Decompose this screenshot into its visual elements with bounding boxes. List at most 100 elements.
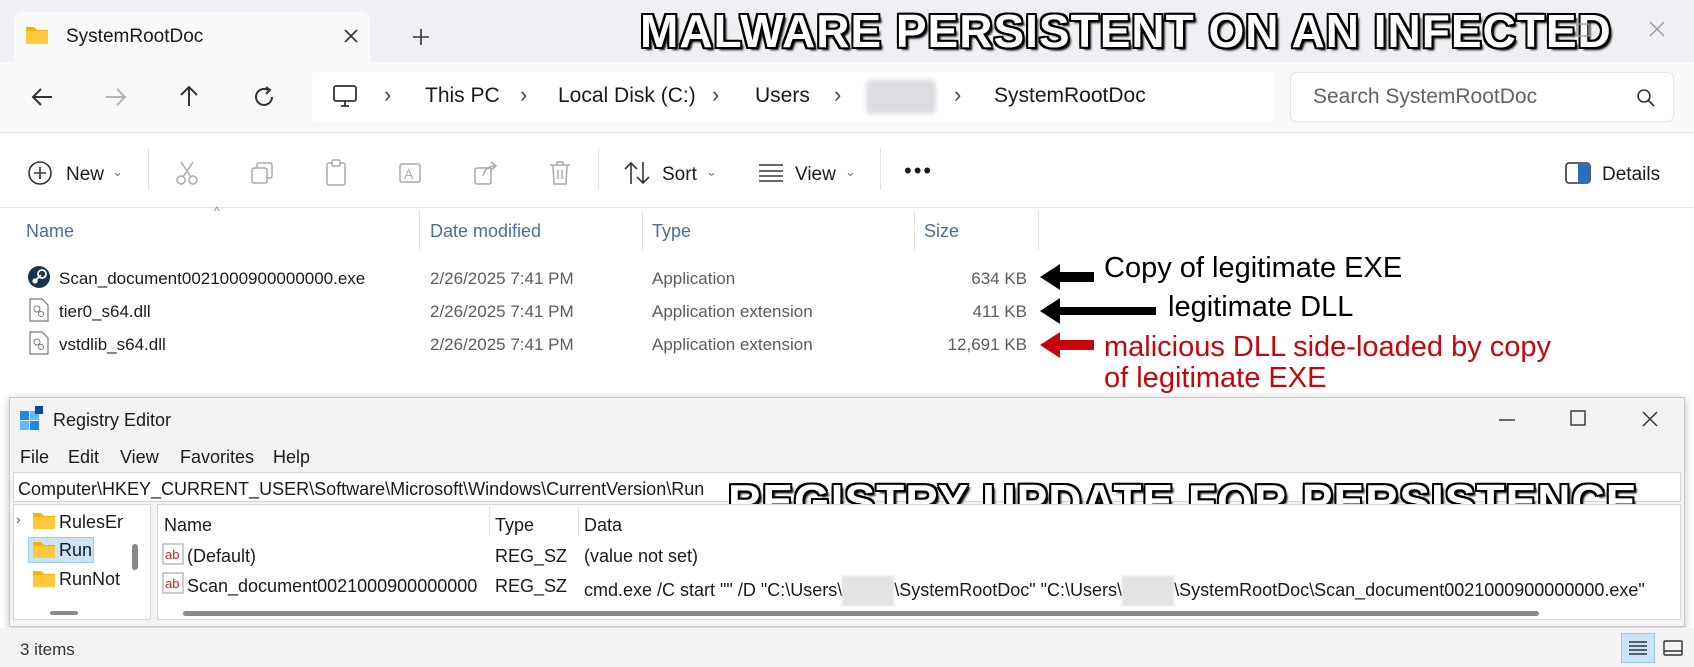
forward-arrow-icon[interactable] — [104, 86, 128, 108]
breadcrumb-current-folder[interactable]: SystemRootDoc — [994, 84, 1146, 108]
toolbar-divider — [148, 148, 149, 190]
chevron-down-icon: ⌄ — [112, 164, 123, 179]
sort-ascending-icon: ^ — [214, 204, 220, 218]
column-header-date[interactable]: Date modified — [430, 221, 541, 242]
chevron-right-icon[interactable]: › — [16, 511, 21, 527]
dll-file-icon — [29, 298, 49, 322]
chevron-down-icon: ⌄ — [845, 164, 856, 179]
tiles-view-icon[interactable] — [1662, 639, 1684, 657]
column-divider[interactable] — [1038, 210, 1039, 250]
file-type: Application — [652, 269, 736, 288]
column-header-size[interactable]: Size — [924, 221, 959, 242]
tree-horizontal-scrollbar[interactable] — [50, 611, 78, 615]
file-size: 411 KB — [972, 302, 1027, 321]
dll-file-icon — [29, 331, 49, 355]
annotation-legit-dll: legitimate DLL — [1168, 291, 1354, 323]
breadcrumb-local-disk[interactable]: Local Disk (C:) — [558, 84, 696, 108]
sort-button[interactable]: Sort — [662, 164, 697, 186]
view-button[interactable]: View — [795, 164, 836, 186]
toolbar-divider — [880, 148, 881, 190]
share-icon[interactable] — [473, 160, 499, 186]
tree-scrollbar-thumb[interactable] — [132, 544, 138, 570]
values-horizontal-scrollbar[interactable] — [183, 611, 1539, 616]
column-divider[interactable] — [489, 506, 490, 536]
tab-title: SystemRootDoc — [66, 26, 204, 47]
tree-item-run[interactable]: Run — [59, 540, 92, 561]
cut-icon[interactable] — [175, 160, 199, 186]
file-type: Application extension — [652, 302, 813, 321]
annotation-malicious-line-1: malicious DLL side-loaded by copy — [1104, 331, 1552, 363]
rename-icon[interactable]: A — [398, 160, 424, 186]
menu-view[interactable]: View — [120, 447, 159, 468]
copy-icon[interactable] — [250, 161, 274, 185]
file-name[interactable]: Scan_document0021000900000000.exe — [59, 269, 365, 289]
svg-text:ab: ab — [165, 547, 179, 562]
column-divider[interactable] — [419, 210, 420, 250]
back-arrow-icon[interactable] — [30, 86, 54, 108]
menu-edit[interactable]: Edit — [68, 447, 99, 468]
menu-file[interactable]: File — [20, 447, 49, 468]
chevron-right-icon: › — [954, 82, 962, 107]
registry-editor-icon — [20, 406, 43, 430]
steam-app-icon — [28, 266, 50, 288]
close-tab-icon[interactable] — [343, 28, 359, 44]
registry-value-type: REG_SZ — [495, 576, 568, 596]
file-date: 2/26/2025 7:41 PM — [430, 302, 574, 321]
chevron-right-icon: › — [520, 82, 528, 107]
column-header-name[interactable]: Name — [26, 221, 74, 242]
registry-path: Computer\HKEY_CURRENT_USER\Software\Micr… — [18, 479, 705, 499]
close-window-icon[interactable] — [1648, 20, 1666, 38]
column-divider[interactable] — [578, 506, 579, 536]
breadcrumb-this-pc[interactable]: This PC — [425, 84, 500, 108]
file-date: 2/26/2025 7:41 PM — [430, 269, 574, 288]
breadcrumb-users[interactable]: Users — [755, 84, 810, 108]
registry-column-name[interactable]: Name — [164, 515, 212, 536]
delete-trash-icon[interactable] — [548, 160, 572, 186]
column-header-type[interactable]: Type — [652, 221, 691, 242]
folder-icon — [33, 542, 55, 558]
details-pane-icon — [1565, 162, 1591, 184]
menu-help[interactable]: Help — [273, 447, 310, 468]
file-size: 12,691 KB — [947, 335, 1027, 354]
registry-column-type[interactable]: Type — [495, 515, 534, 536]
maximize-icon[interactable] — [1570, 410, 1586, 426]
registry-value-data: cmd.exe /C start "" /D "C:\Users\ \System… — [584, 576, 1645, 606]
paste-icon[interactable] — [324, 159, 348, 187]
file-name[interactable]: tier0_s64.dll — [59, 302, 151, 322]
file-date: 2/26/2025 7:41 PM — [430, 335, 574, 354]
more-options-icon[interactable]: ••• — [904, 158, 933, 184]
sort-icon — [624, 161, 650, 185]
file-name[interactable]: vstdlib_s64.dll — [59, 335, 166, 355]
chevron-down-icon: ⌄ — [706, 164, 717, 179]
new-button[interactable]: New — [66, 164, 104, 186]
annotation-malicious-line-2: of legitimate EXE — [1104, 362, 1327, 394]
up-arrow-icon[interactable] — [178, 84, 200, 108]
registry-title: Registry Editor — [53, 410, 172, 430]
data-part-2: \SystemRootDoc" "C:\Users\ — [894, 579, 1123, 600]
chevron-right-icon: › — [834, 82, 842, 107]
details-button[interactable]: Details — [1602, 164, 1660, 186]
column-divider[interactable] — [642, 210, 643, 250]
tree-item-runnot[interactable]: RunNot — [59, 569, 123, 590]
close-icon[interactable] — [1641, 410, 1659, 428]
string-value-ab-icon: ab — [162, 543, 184, 565]
registry-value-name[interactable]: Scan_document0021000900000000 — [187, 576, 477, 597]
arrow-left-red-icon — [1040, 332, 1094, 358]
file-size: 634 KB — [971, 269, 1027, 288]
redacted-username — [1122, 576, 1175, 606]
minimize-icon[interactable] — [1498, 418, 1516, 422]
status-bar — [0, 628, 1694, 667]
maximize-window-icon[interactable] — [1575, 22, 1591, 38]
chevron-right-icon: › — [712, 82, 720, 107]
registry-value-name[interactable]: (Default) — [187, 546, 256, 567]
chevron-right-icon: › — [384, 82, 392, 107]
registry-column-data[interactable]: Data — [584, 515, 622, 536]
new-tab-icon[interactable] — [412, 28, 430, 46]
registry-value-type: REG_SZ — [495, 546, 568, 566]
refresh-icon[interactable] — [252, 85, 276, 109]
menu-favorites[interactable]: Favorites — [180, 447, 254, 468]
folder-icon — [33, 571, 55, 587]
column-divider[interactable] — [914, 210, 915, 250]
item-count: 3 items — [20, 640, 75, 659]
tree-item-rulesen[interactable]: RulesEn — [59, 512, 123, 533]
